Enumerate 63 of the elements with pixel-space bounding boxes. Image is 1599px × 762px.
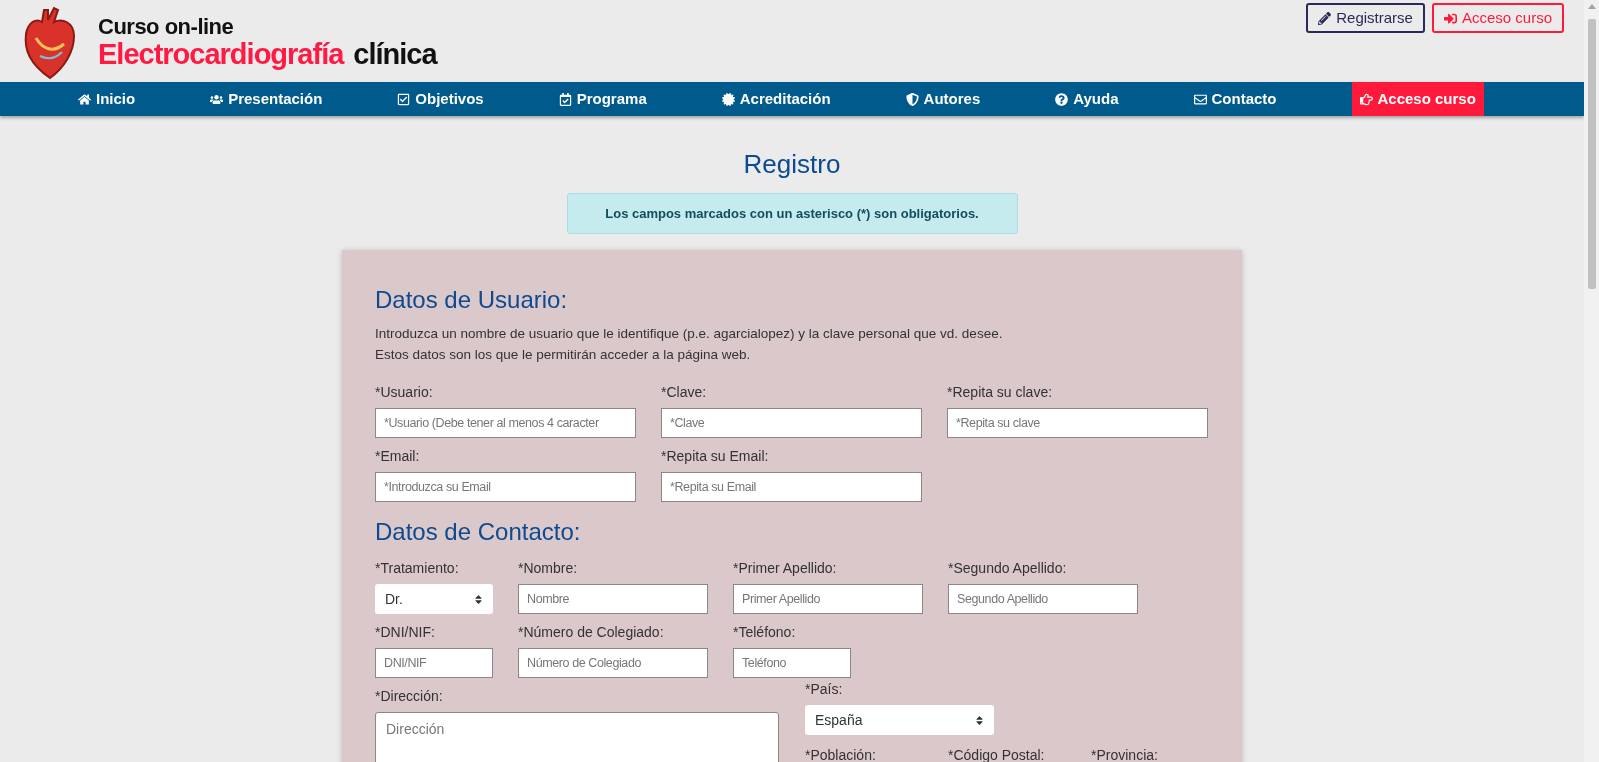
field-label: *DNI/NIF:	[375, 623, 436, 642]
logo-title: Electrocardiografía	[98, 39, 344, 69]
nav-link[interactable]: Programa	[558, 82, 647, 116]
sort-caret-icon	[474, 593, 483, 605]
calendar-check-icon	[558, 92, 572, 106]
logo-title: clínica	[353, 39, 437, 69]
address-field[interactable]: Dirección	[375, 712, 779, 762]
text-field[interactable]: Primer Apellido	[733, 584, 923, 614]
sort-caret-icon	[975, 714, 984, 726]
field-label: *Tratamiento:	[375, 559, 460, 578]
text-field[interactable]: *Introduzca su Email	[375, 472, 636, 502]
seal-icon	[721, 92, 735, 106]
field-label: *Repita su Email:	[661, 447, 770, 466]
text-field[interactable]: *Repita su clave	[947, 408, 1208, 438]
nav-link[interactable]: Inicio	[78, 82, 136, 116]
field-label: *Clave:	[661, 383, 708, 402]
field-label: *Segundo Apellido:	[948, 559, 1068, 578]
section-heading: Datos de Contacto:	[375, 518, 582, 546]
home-icon	[78, 92, 91, 106]
intro-text: Estos datos son los que le permitirán acceder a la página web.	[375, 346, 752, 364]
nav-link[interactable]: Contacto	[1193, 82, 1277, 116]
field-label: *Repita su clave:	[947, 383, 1054, 402]
text-field[interactable]: *Clave	[661, 408, 922, 438]
field-label: *Email:	[375, 447, 421, 466]
text-field[interactable]: Número de Colegiado	[518, 648, 708, 678]
sign-in-icon	[1443, 11, 1457, 25]
field-label: *País:	[805, 680, 844, 699]
nav-link[interactable]: Presentación	[210, 82, 323, 116]
nav-link[interactable]: Ayuda	[1055, 82, 1119, 116]
field-label: *Usuario:	[375, 383, 434, 402]
field-label: *Población:	[805, 746, 877, 762]
users-icon	[210, 92, 224, 106]
shield-icon	[905, 92, 919, 106]
field-label: *Teléfono:	[733, 623, 797, 642]
help-icon	[1055, 92, 1069, 106]
field-label: *Número de Colegiado:	[518, 623, 665, 642]
scroll-up-icon	[1587, 4, 1596, 9]
envelope-icon	[1193, 92, 1207, 106]
select-field[interactable]: Dr.	[375, 584, 493, 614]
nav-link[interactable]: Autores	[905, 82, 981, 116]
nav-link[interactable]: Objetivos	[397, 82, 484, 116]
text-field[interactable]: Teléfono	[733, 648, 851, 678]
field-label: *Nombre:	[518, 559, 579, 578]
pencil-icon	[1318, 11, 1332, 25]
pointing-hand-icon	[1359, 92, 1373, 106]
intro-text: Introduzca un nombre de usuario que le identifique (p.e. agarcialopez) y la clave personal que vd. desee.	[375, 325, 1004, 343]
text-field[interactable]: Segundo Apellido	[948, 584, 1138, 614]
logo-subtitle: Curso on-line	[98, 15, 235, 38]
text-field[interactable]: *Repita su Email	[661, 472, 922, 502]
nav-link[interactable]: Acreditación	[721, 82, 831, 116]
field-label: *Primer Apellido:	[733, 559, 838, 578]
section-heading: Datos de Usuario:	[375, 286, 569, 314]
field-label: *Código Postal:	[948, 746, 1046, 762]
page-title: Registro	[743, 148, 841, 180]
field-label: *Provincia:	[1091, 746, 1159, 762]
notice-banner: Los campos marcados con un asterisco (*) son obligatorios.	[566, 193, 1018, 234]
field-label: *Dirección:	[375, 687, 444, 706]
checkbox-icon	[397, 92, 411, 106]
text-field[interactable]: Nombre	[518, 584, 708, 614]
register-button[interactable]: Registrarse	[1306, 3, 1425, 33]
text-field[interactable]: *Usuario (Debe tener al menos 4 caracter	[375, 408, 636, 438]
text-field[interactable]: DNI/NIF	[375, 648, 493, 678]
select-field[interactable]: España	[805, 705, 994, 735]
